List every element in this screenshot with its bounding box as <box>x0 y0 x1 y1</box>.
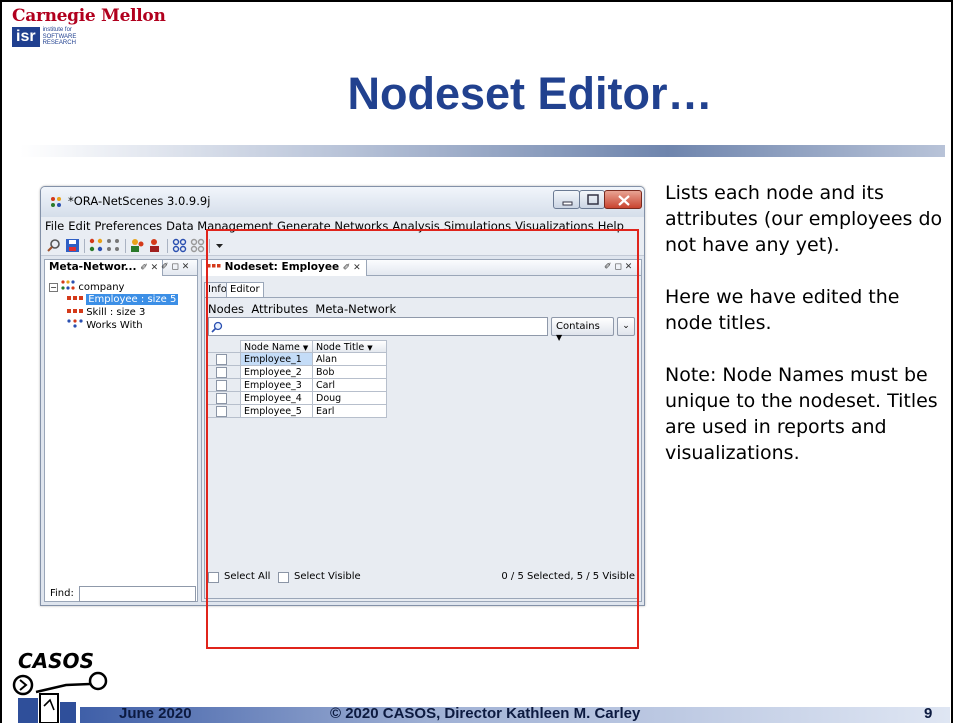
casos-logo-text: CASOS <box>18 649 94 673</box>
nodeset-icon <box>67 296 83 300</box>
isr-subtitle: institute for SOFTWARE RESEARCH <box>42 27 77 47</box>
slide-notes: Lists each node and its attributes (our … <box>665 180 945 492</box>
network-grid-icon[interactable] <box>106 238 121 253</box>
maximize-button[interactable] <box>579 190 605 209</box>
toolbar-separator <box>84 239 85 253</box>
close-icon <box>618 195 630 206</box>
meta-network-icon <box>61 280 75 290</box>
ora-app-icon <box>51 197 61 207</box>
highlight-box <box>206 229 639 649</box>
close-button[interactable] <box>604 190 642 209</box>
find-input[interactable] <box>79 586 196 602</box>
page-number: 9 <box>924 705 933 722</box>
meta-network-tabbar: Meta-Networ... ✐ ✕ ✐ ◻ ✕ <box>45 260 197 276</box>
title-divider <box>20 145 945 157</box>
minimize-icon <box>562 201 573 206</box>
cmu-logo: Carnegie Mellon <box>12 6 166 26</box>
panel-controls-icon[interactable]: ✐ ◻ ✕ <box>161 262 189 272</box>
tab-meta-network[interactable]: Meta-Networ... ✐ ✕ <box>45 260 164 276</box>
footer-date: June 2020 <box>119 705 192 722</box>
tree-root[interactable]: − company <box>49 280 124 293</box>
isr-logo: isr institute for SOFTWARE RESEARCH <box>12 27 83 47</box>
tab-label: Meta-Networ... <box>49 261 137 273</box>
note-3: Note: Node Names must be unique to the n… <box>665 364 938 464</box>
minimize-button[interactable] <box>553 190 580 209</box>
tree-item-skill[interactable]: Skill : size 3 <box>67 306 145 319</box>
tree-item-employee[interactable]: Employee : size 5 <box>67 293 179 306</box>
tab-pin-close-icon[interactable]: ✐ ✕ <box>140 263 158 273</box>
find-label: Find: <box>50 588 74 599</box>
toolbar-separator <box>167 239 168 253</box>
slide-title: Nodeset Editor… <box>347 68 713 119</box>
note-1: Lists each node and its attributes (our … <box>665 182 943 256</box>
tree-item-label: Employee : size 5 <box>86 294 179 305</box>
tree-root-label: company <box>78 282 125 293</box>
toolbar-separator <box>125 239 126 253</box>
isr-mark: isr <box>12 27 40 47</box>
save-icon[interactable] <box>65 238 80 253</box>
visualize-icon[interactable] <box>172 238 187 253</box>
maximize-icon <box>587 194 599 205</box>
tree-item-works-with[interactable]: Works With <box>67 319 143 332</box>
note-2: Here we have edited the node titles. <box>665 286 900 334</box>
meta-network-panel: Meta-Networ... ✐ ✕ ✐ ◻ ✕ − company Emplo… <box>44 259 198 602</box>
network-icon <box>67 319 83 328</box>
tree-item-label: Works With <box>86 320 143 331</box>
find-row: Find: <box>45 586 197 602</box>
footer-copyright: © 2020 CASOS, Director Kathleen M. Carle… <box>330 705 641 722</box>
agents-alt-icon[interactable] <box>148 238 163 253</box>
magnifier-icon[interactable] <box>47 238 62 253</box>
window-title: *ORA-NetScenes 3.0.9.9j <box>68 194 211 208</box>
window-titlebar[interactable]: *ORA-NetScenes 3.0.9.9j <box>41 187 644 217</box>
agents-icon[interactable] <box>130 238 145 253</box>
menu-preferences[interactable]: Preferences <box>91 217 163 233</box>
visualize-gray-icon[interactable] <box>190 238 205 253</box>
menu-file[interactable]: File <box>41 217 64 233</box>
network-color-icon[interactable] <box>89 238 104 253</box>
tree-item-label: Skill : size 3 <box>86 307 146 318</box>
collapse-icon[interactable]: − <box>49 283 58 292</box>
menu-edit[interactable]: Edit <box>64 217 90 233</box>
nodeset-icon <box>67 309 83 313</box>
